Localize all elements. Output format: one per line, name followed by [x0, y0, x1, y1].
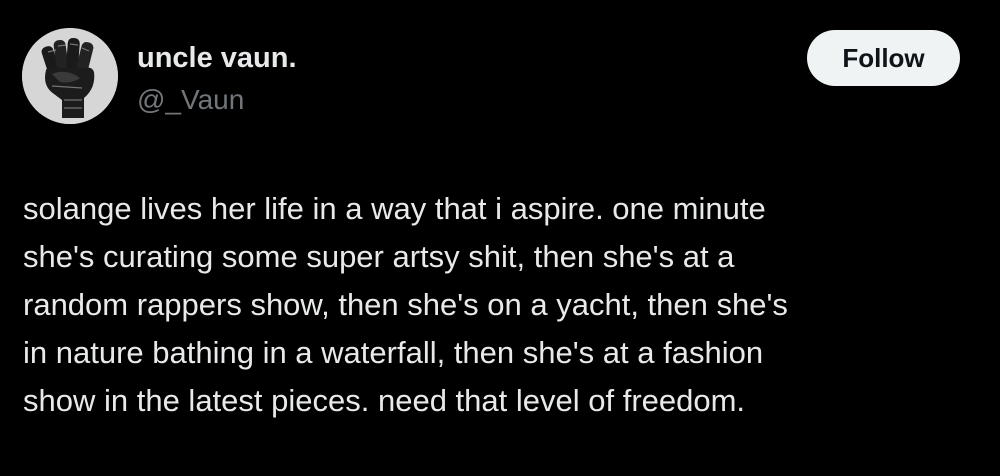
tweet-text-line: solange lives her life in a way that i a… [23, 191, 766, 226]
avatar[interactable] [22, 28, 118, 124]
tweet-text-line: she's curating some super artsy shit, th… [23, 239, 735, 274]
user-handle[interactable]: @_Vaun [137, 82, 297, 118]
author-names: uncle vaun. @_Vaun [137, 40, 297, 118]
tweet-text-line: in nature bathing in a waterfall, then s… [23, 335, 764, 370]
tweet-card: uncle vaun. @_Vaun Follow solange lives … [0, 0, 1000, 476]
follow-button[interactable]: Follow [807, 30, 960, 86]
display-name[interactable]: uncle vaun. [137, 40, 297, 76]
tweet-text-line: show in the latest pieces. need that lev… [23, 383, 746, 418]
raised-fist-icon [22, 28, 118, 124]
tweet-text: solange lives her life in a way that i a… [23, 185, 983, 425]
tweet-text-line: random rappers show, then she's on a yac… [23, 287, 788, 322]
